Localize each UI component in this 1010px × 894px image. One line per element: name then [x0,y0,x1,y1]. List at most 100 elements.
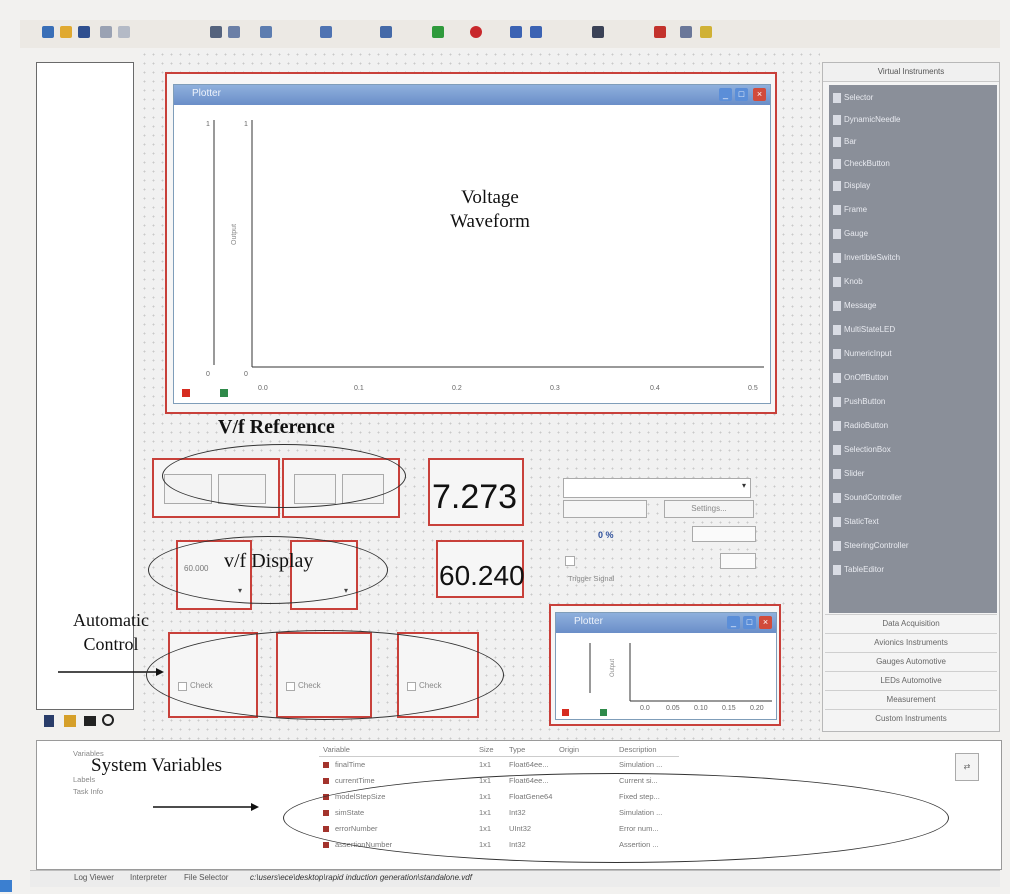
instrument-item[interactable]: StaticText [833,515,879,529]
small-plotter-window[interactable]: Plotter _ □ × Output 0.0 0.05 0.10 0.15 … [555,612,777,720]
main-plotter-window[interactable]: Plotter _ □ × Output 1 1 0 0 0.0 0.1 0.2… [173,84,771,404]
series-marker-green[interactable] [600,709,607,716]
layout-icon[interactable] [510,26,522,38]
open-icon[interactable] [60,26,72,38]
instrument-item[interactable]: SoundController [833,491,902,505]
layout2-icon[interactable] [530,26,542,38]
small-plotter-title-bar[interactable]: Plotter _ □ × [556,613,776,633]
tab-file-selector[interactable]: File Selector [184,873,228,882]
arrow-icon [153,803,259,811]
minimize-icon[interactable]: _ [727,616,740,629]
tab-circle-icon[interactable] [102,714,114,726]
instrument-item[interactable]: NumericInput [833,347,892,361]
panel-header[interactable]: Virtual Instruments [823,63,999,82]
delete-icon[interactable] [654,26,666,38]
tree-item[interactable]: Task Info [73,787,103,796]
tab-data-acquisition[interactable]: Data Acquisition [825,614,997,632]
plotter-title: Plotter [574,616,603,627]
plotter-title: Plotter [192,88,221,99]
maximize-icon[interactable]: □ [743,616,756,629]
connect-icon[interactable] [380,26,392,38]
instrument-item[interactable]: PushButton [833,395,885,409]
side-button[interactable]: ⇄ [955,753,979,781]
instrument-item[interactable]: Frame [833,203,867,217]
instrument-label: Bar [844,137,857,146]
main-plotter-frame[interactable]: Plotter _ □ × Output 1 1 0 0 0.0 0.1 0.2… [165,72,777,414]
instrument-item[interactable]: Gauge [833,227,868,241]
tab-avionics-instruments[interactable]: Avionics Instruments [825,633,997,651]
instrument-item[interactable]: OnOffButton [833,371,888,385]
grid-icon[interactable] [210,26,222,38]
instrument-label: Gauge [844,229,869,238]
tab-gauges-automotive[interactable]: Gauges Automotive [825,652,997,670]
instrument-item[interactable]: MultiStateLED [833,323,895,337]
instrument-item[interactable]: TableEditor [833,563,884,577]
tab-instruments-icon[interactable] [44,715,54,727]
save-icon[interactable] [78,26,90,38]
align-icon[interactable] [260,26,272,38]
x-tick-label: 0.10 [694,705,708,712]
instrument-item[interactable]: RadioButton [833,419,888,433]
tab-measurement[interactable]: Measurement [825,690,997,708]
object-icon[interactable] [680,26,692,38]
column-header[interactable]: Origin [559,745,579,756]
x-tick-label: 0.5 [748,385,758,392]
instrument-item[interactable]: Message [833,299,876,313]
color-icon[interactable] [700,26,712,38]
series-marker-green[interactable] [220,389,228,397]
instrument-item[interactable]: Selector [833,91,873,105]
tab-monitor-icon[interactable] [84,716,96,726]
column-header[interactable]: Description [619,745,657,756]
maximize-icon[interactable]: □ [735,88,748,101]
close-icon[interactable]: × [753,88,766,101]
column-header[interactable]: Size [479,745,494,756]
tab-active-file[interactable]: c:\users\ece\desktop\rapid induction gen… [250,873,472,882]
column-header[interactable]: Type [509,745,525,756]
instrument-item[interactable]: Display [833,179,870,193]
cut-icon[interactable] [100,26,112,38]
instrument-item[interactable]: Knob [833,275,863,289]
tab-custom-instruments[interactable]: Custom Instruments [825,709,997,727]
help-icon[interactable] [228,26,240,38]
display-value: 7.273 [432,478,518,516]
x-tick-label: 0.2 [452,385,462,392]
minimize-icon[interactable]: _ [719,88,732,101]
instrument-label: StaticText [844,517,879,526]
series-marker-red[interactable] [182,389,190,397]
table-row[interactable]: finalTime 1x1 Float64ee... Simulation ..… [319,759,699,771]
plotter-title-bar[interactable]: Plotter _ □ × [174,85,770,105]
instrument-item[interactable]: DynamicNeedle [833,113,900,127]
close-icon[interactable]: × [759,616,772,629]
instrument-label: RadioButton [844,421,889,430]
zoom-icon[interactable] [320,26,332,38]
system-variables-panel: Variables Labels Task Info System Variab… [36,740,1002,870]
instrument-label: MultiStateLED [844,325,896,334]
instrument-item[interactable]: SelectionBox [833,443,891,457]
system-variables-annotation: System Variables [91,755,223,776]
variable-size: 1x1 [479,760,492,769]
small-plotter-frame[interactable]: Plotter _ □ × Output 0.0 0.05 0.10 0.15 … [549,604,781,726]
tab-leds-automotive[interactable]: LEDs Automotive [825,671,997,689]
instrument-item[interactable]: InvertibleSwitch [833,251,900,265]
play-icon[interactable] [432,26,444,38]
stop-icon[interactable] [470,26,482,38]
tab-log-viewer[interactable]: Log Viewer [74,873,114,882]
trigger-spinner[interactable] [720,553,756,569]
pointer-icon[interactable] [592,26,604,38]
column-header[interactable]: Variable [323,745,350,756]
instrument-item[interactable]: Bar [833,135,856,149]
display-value: 60.240 [439,560,525,591]
settings-button[interactable]: Settings... [664,500,754,518]
dropdown-select[interactable]: ▾ [563,478,751,498]
instrument-item[interactable]: SteeringController [833,539,908,553]
tab-interpreter[interactable]: Interpreter [130,873,167,882]
trigger-checkbox[interactable] [565,556,575,566]
tab-display-icon[interactable] [64,715,76,727]
copy-icon[interactable] [118,26,130,38]
instrument-item[interactable]: Slider [833,467,864,481]
new-icon[interactable] [42,26,54,38]
instrument-item[interactable]: CheckButton [833,157,890,171]
instrument-label: Frame [844,205,868,214]
series-marker-red[interactable] [562,709,569,716]
chevron-down-icon[interactable]: ▾ [742,481,746,490]
